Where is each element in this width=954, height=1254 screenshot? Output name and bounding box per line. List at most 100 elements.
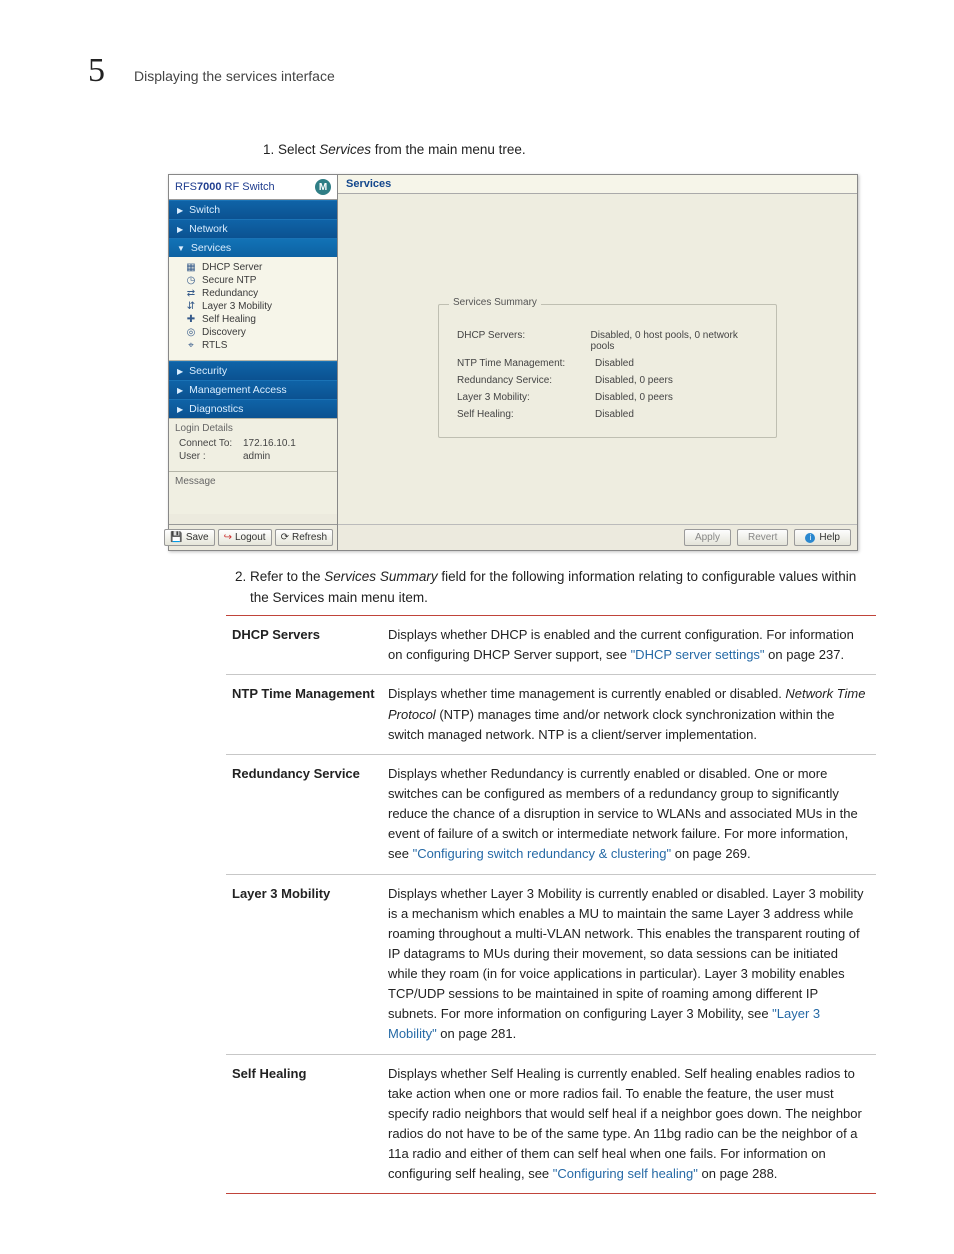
def-l3-tail: on page 281. (437, 1026, 517, 1041)
message-panel: Message (169, 471, 337, 514)
login-details-title: Login Details (175, 423, 331, 434)
nav-switch[interactable]: Switch (169, 200, 337, 219)
document-page: 5 Displaying the services interface Sele… (0, 0, 954, 1254)
nav-services[interactable]: Services (169, 238, 337, 257)
step-1-text-b: from the main menu tree. (371, 142, 526, 157)
tree-red-label: Redundancy (202, 288, 258, 299)
summary-row-heal: Self Healing: Disabled (457, 406, 758, 423)
app-window: RFS7000 RF Switch M Switch Network Servi… (168, 174, 858, 551)
def-ntp-key: NTP Time Management (226, 675, 388, 754)
tree-rtls[interactable]: ⌖ RTLS (173, 339, 333, 352)
def-dhcp-key: DHCP Servers (226, 616, 388, 675)
nav-security-label: Security (189, 365, 227, 377)
tree-dhcp-server[interactable]: ▦ DHCP Server (173, 261, 333, 274)
services-summary-legend: Services Summary (449, 297, 541, 308)
summary-row-l3: Layer 3 Mobility: Disabled, 0 peers (457, 389, 758, 406)
refresh-label: Refresh (292, 532, 327, 543)
main-footer: Apply Revert iHelp (338, 524, 857, 550)
clock-icon: ◷ (185, 276, 197, 286)
nav-network[interactable]: Network (169, 219, 337, 238)
tree-secure-ntp[interactable]: ◷Secure NTP (173, 274, 333, 287)
login-connect-value: 172.16.10.1 (243, 438, 296, 449)
server-icon: ▦ (185, 263, 197, 273)
nav-network-label: Network (189, 223, 228, 235)
tree-redundancy[interactable]: ⇄ Redundancy (173, 287, 333, 300)
save-label: Save (186, 532, 209, 543)
def-dhcp-desc: Displays whether DHCP is enabled and the… (388, 616, 876, 675)
def-ntp-text-b: (NTP) manages time and/or network clock … (388, 707, 835, 742)
summary-heal-value: Disabled (595, 409, 634, 420)
summary-row-dhcp: DHCP Servers: Disabled, 0 host pools, 0 n… (457, 327, 758, 355)
tree-layer3-mobility[interactable]: ⇵Layer 3 Mobility (173, 300, 333, 313)
summary-l3-value: Disabled, 0 peers (595, 392, 673, 403)
save-icon: 💾 (170, 532, 182, 543)
brand-suffix: RF Switch (221, 181, 274, 193)
summary-heal-key: Self Healing: (457, 409, 577, 420)
refresh-icon: ⟳ (281, 532, 289, 543)
table-row: Layer 3 Mobility Displays whether Layer … (226, 874, 876, 1054)
sidebar: RFS7000 RF Switch M Switch Network Servi… (169, 175, 338, 550)
tree-l3-label: Layer 3 Mobility (202, 301, 272, 312)
login-user-label: User : (179, 451, 237, 462)
def-red-key: Redundancy Service (226, 754, 388, 874)
def-ntp-desc: Displays whether time management is curr… (388, 675, 876, 754)
refresh-button[interactable]: ⟳Refresh (275, 529, 333, 546)
nav-services-label: Services (191, 242, 231, 254)
def-ntp-text-a: Displays whether time management is curr… (388, 686, 785, 701)
services-tree: ▦ DHCP Server ◷Secure NTP ⇄ Redundancy ⇵La… (169, 257, 337, 361)
sidebar-buttons: 💾 Save ↪Logout ⟳Refresh (169, 524, 337, 550)
summary-dhcp-key: DHCP Servers: (457, 330, 573, 352)
table-row: DHCP Servers Displays whether DHCP is en… (226, 616, 876, 675)
step-1-em: Services (319, 142, 371, 157)
self-healing-link[interactable]: "Configuring self healing" (553, 1166, 698, 1181)
nav-management-access[interactable]: Management Access (169, 380, 337, 399)
tree-discovery[interactable]: ◎Discovery (173, 326, 333, 339)
step-2-em: Services Summary (324, 569, 437, 584)
def-heal-text: Displays whether Self Healing is current… (388, 1066, 862, 1182)
definitions-wrap: DHCP Servers Displays whether DHCP is en… (226, 615, 876, 1194)
services-summary-box: Services Summary DHCP Servers:Disabled, … (438, 304, 777, 438)
logout-label: Logout (235, 532, 266, 543)
summary-l3-key: Layer 3 Mobility: (457, 392, 577, 403)
def-red-tail: on page 269. (671, 846, 751, 861)
main-body: Services Summary DHCP Servers: Disabled, … (338, 194, 857, 524)
table-row: Redundancy Service Displays whether Redu… (226, 754, 876, 874)
summary-row-redundancy: Redundancy Service:Disabled, 0 peers (457, 372, 758, 389)
logout-icon: ↪ (224, 532, 232, 543)
logout-button[interactable]: ↪Logout (218, 529, 272, 546)
summary-ntp-key: NTP Time Management: (457, 358, 577, 369)
brand-row: RFS7000 RF Switch M (169, 175, 337, 200)
link-icon: ⇄ (185, 289, 197, 299)
brand-logo-icon: M (315, 179, 331, 195)
summary-dhcp-value: Disabled, 0 host pools, 0 network pools (591, 330, 758, 352)
main-title: Services (338, 175, 857, 194)
def-l3-key: Layer 3 Mobility (226, 874, 388, 1054)
step-2-text-a: Refer to the (250, 569, 324, 584)
tree-rtls-label: RTLS (202, 340, 227, 351)
heal-icon: ✚ (185, 315, 197, 325)
help-label: Help (819, 532, 840, 543)
message-title: Message (175, 476, 331, 487)
table-row: NTP Time Management Displays whether tim… (226, 675, 876, 754)
tree-dhcp-label: DHCP Server (202, 262, 262, 273)
tree-disc-label: Discovery (202, 327, 246, 338)
revert-button[interactable]: Revert (737, 529, 788, 546)
apply-button[interactable]: Apply (684, 529, 731, 546)
definitions-table: DHCP Servers Displays whether DHCP is en… (226, 616, 876, 1194)
save-button[interactable]: 💾 Save (164, 529, 214, 546)
login-user-value: admin (243, 451, 270, 462)
main-pane: Services Services Summary DHCP Servers:D… (338, 175, 857, 550)
step-2: Refer to the Services Summary field for … (250, 567, 876, 609)
tree-self-healing[interactable]: ✚Self Healing (173, 313, 333, 326)
def-heal-key: Self Healing (226, 1054, 388, 1194)
nav-diagnostics[interactable]: Diagnostics (169, 399, 337, 418)
redundancy-link[interactable]: "Configuring switch redundancy & cluster… (413, 846, 672, 861)
help-button[interactable]: iHelp (794, 529, 851, 546)
brand-prefix: RFS (175, 181, 197, 193)
step-1: Select Services from the main menu tree. (278, 140, 876, 160)
def-dhcp-tail: on page 237. (765, 647, 845, 662)
rtls-icon: ⌖ (185, 341, 197, 351)
def-heal-desc: Displays whether Self Healing is current… (388, 1054, 876, 1194)
nav-security[interactable]: Security (169, 361, 337, 380)
dhcp-settings-link[interactable]: "DHCP server settings" (631, 647, 765, 662)
